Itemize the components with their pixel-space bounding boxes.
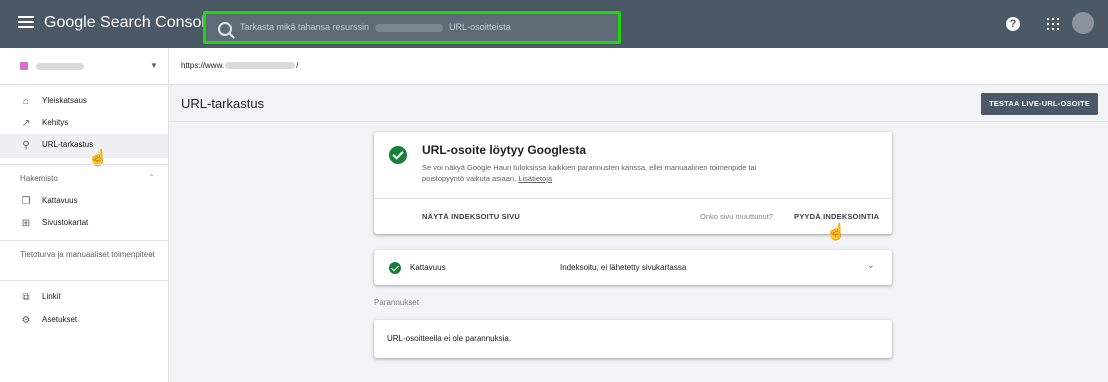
index-status-card: URL-osoite löytyy Googlesta Se voi näkyä… (374, 132, 892, 234)
avatar[interactable] (1072, 12, 1094, 34)
divider (0, 164, 168, 165)
sitemap-icon: ⊞ (21, 218, 31, 229)
inspected-url: https://www. / (181, 61, 299, 70)
enhancements-empty-text: URL-osoitteella ei ole parannuksia. (387, 334, 512, 343)
sidebar-item-links[interactable]: ⧉ Linkit (0, 286, 168, 310)
sidebar: ▼ ⌂ Yleiskatsaus ↗ Kehitys ⚲ URL-tarkast… (0, 48, 169, 382)
sidebar-item-label: Yleiskatsaus (42, 96, 87, 105)
check-circle-icon (389, 146, 407, 164)
sidebar-item-settings[interactable]: ⚙ Asetukset (0, 309, 168, 333)
property-selector[interactable]: ▼ (0, 48, 168, 85)
sidebar-item-sitemaps[interactable]: ⊞ Sivustokartat (0, 212, 168, 236)
index-status-description: Se voi näkyä Google Haun tuloksissa kaik… (422, 163, 757, 183)
links-icon: ⧉ (22, 292, 30, 303)
chevron-down-icon[interactable]: ⌄ (867, 260, 875, 271)
home-icon: ⌂ (22, 96, 30, 107)
blurred-domain (375, 23, 444, 32)
chevron-down-icon[interactable]: ⌄ (148, 249, 155, 258)
chevron-up-icon[interactable]: ⌃ (148, 173, 155, 182)
page-changed-question: Onko sivu muuttunut? (700, 212, 773, 221)
test-live-url-button[interactable]: TESTAA LIVE-URL-OSOITE (981, 93, 1098, 115)
gear-icon: ⚙ (21, 315, 31, 326)
trending-up-icon: ↗ (21, 118, 31, 129)
blurred-domain (225, 62, 296, 70)
app-title[interactable]: Google Search Console (44, 14, 214, 32)
search-icon (218, 22, 232, 36)
url-inspection-search-input[interactable]: Tarkasta mikä tahansa resurssin URL-osoit… (203, 11, 621, 44)
copy-icon: ❐ (21, 196, 31, 207)
blurred-property-name (36, 63, 84, 70)
sidebar-item-label: URL-tarkastus (42, 140, 94, 149)
enhancements-heading: Parannukset (374, 298, 419, 307)
help-icon[interactable]: ? (1006, 17, 1020, 31)
inspected-url-bar: https://www. / (169, 48, 1108, 85)
section-header-security[interactable]: Tietoturva ja manuaaliset toimenpiteet (20, 249, 160, 261)
page-title: URL-tarkastus (181, 96, 265, 111)
coverage-status: Indeksoitu, ei lähetetty sivukartassa (560, 263, 687, 272)
index-status-title: URL-osoite löytyy Googlesta (422, 143, 587, 157)
sidebar-item-label: Kattavuus (42, 196, 78, 205)
search-placeholder: Tarkasta mikä tahansa resurssin URL-osoit… (240, 22, 511, 32)
enhancements-card: URL-osoitteella ei ole parannuksia. (374, 320, 892, 358)
page-header: URL-tarkastus TESTAA LIVE-URL-OSOITE (169, 85, 1108, 122)
search-icon: ⚲ (22, 140, 30, 151)
sidebar-item-label: Kehitys (42, 118, 69, 127)
check-circle-icon (389, 262, 401, 274)
sidebar-item-label: Asetukset (42, 315, 78, 324)
hand-cursor-icon: ☝ (826, 224, 846, 241)
caret-down-icon: ▼ (150, 61, 158, 70)
sidebar-item-performance[interactable]: ↗ Kehitys (0, 112, 168, 136)
section-header-index[interactable]: Hakemisto (20, 173, 160, 185)
coverage-row[interactable]: Kattavuus Indeksoitu, ei lähetetty sivuk… (374, 250, 892, 285)
sidebar-item-url-inspection[interactable]: ⚲ URL-tarkastus (0, 134, 168, 158)
view-indexed-page-button[interactable]: NÄYTÄ INDEKSOITU SIVU (422, 212, 520, 221)
sidebar-item-label: Sivustokartat (42, 218, 89, 227)
apps-grid-icon[interactable] (1047, 18, 1059, 30)
divider (0, 240, 168, 241)
divider (0, 280, 168, 281)
hand-cursor-icon: ☝ (88, 150, 108, 167)
sidebar-item-label: Linkit (42, 292, 61, 301)
sidebar-item-coverage[interactable]: ❐ Kattavuus (0, 190, 168, 214)
learn-more-link[interactable]: Lisätietoja (518, 174, 552, 183)
coverage-label: Kattavuus (410, 263, 446, 272)
hamburger-menu-icon[interactable] (18, 16, 34, 32)
divider (374, 198, 892, 199)
property-favicon-icon (20, 62, 28, 70)
top-app-bar: Google Search Console Tarkasta mikä taha… (0, 0, 1108, 48)
request-indexing-button[interactable]: PYYDÄ INDEKSOINTIA (794, 212, 879, 221)
sidebar-item-overview[interactable]: ⌂ Yleiskatsaus (0, 90, 168, 114)
